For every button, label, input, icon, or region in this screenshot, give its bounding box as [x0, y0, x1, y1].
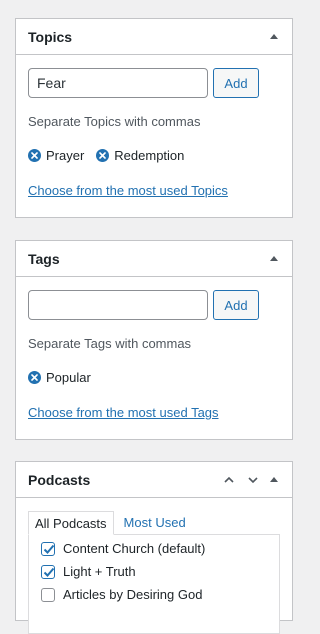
tags-panel-title: Tags: [28, 250, 60, 267]
list-item[interactable]: Content Church (default): [29, 537, 279, 560]
move-up-icon[interactable]: [222, 473, 236, 487]
list-item-label: Light + Truth: [63, 564, 136, 579]
topics-panel-header[interactable]: Topics: [16, 19, 292, 55]
podcasts-checklist: Content Church (default) Light + Truth A…: [28, 534, 280, 634]
tag-item-label: Popular: [46, 369, 91, 385]
checkmark-icon: [43, 544, 55, 554]
collapse-arrow-icon[interactable]: [270, 477, 278, 482]
collapse-arrow-icon[interactable]: [270, 256, 278, 261]
topics-howto: Separate Topics with commas: [28, 114, 201, 129]
topic-tag-label: Redemption: [114, 147, 185, 163]
tab-most-used[interactable]: Most Used: [114, 511, 192, 535]
podcasts-tabs: All Podcasts Most Used: [28, 511, 292, 535]
topics-panel-title: Topics: [28, 28, 73, 45]
list-item[interactable]: Articles by Desiring God: [29, 583, 279, 606]
tags-add-button[interactable]: Add: [213, 290, 259, 320]
remove-tag-icon[interactable]: [96, 148, 110, 162]
topics-most-used-link[interactable]: Choose from the most used Topics: [28, 183, 280, 198]
tab-all-podcasts[interactable]: All Podcasts: [28, 511, 114, 535]
list-item[interactable]: Light + Truth: [29, 560, 279, 583]
tag-item: Popular: [28, 370, 91, 385]
checkbox[interactable]: [41, 564, 55, 579]
topic-tag: Redemption: [96, 148, 184, 163]
checkbox[interactable]: [41, 587, 55, 602]
remove-tag-icon[interactable]: [28, 370, 41, 384]
topics-panel: Topics Add Separate Topics with commas P…: [15, 18, 293, 218]
checkbox[interactable]: [41, 541, 55, 556]
podcasts-panel: Podcasts All Podcasts Most Used Content …: [15, 461, 293, 634]
tags-howto: Separate Tags with commas: [28, 336, 192, 351]
tags-panel-header[interactable]: Tags: [16, 241, 292, 277]
topics-tag-list: Prayer Redemption: [28, 146, 280, 164]
tags-most-used-link[interactable]: Choose from the most used Tags: [28, 405, 280, 420]
tags-input[interactable]: [28, 290, 208, 320]
checkmark-icon: [43, 567, 55, 577]
podcasts-panel-title: Podcasts: [28, 471, 91, 488]
podcasts-panel-header[interactable]: Podcasts: [16, 462, 292, 498]
list-item-label: Content Church (default): [63, 541, 206, 556]
remove-tag-icon[interactable]: [28, 148, 41, 162]
move-down-icon[interactable]: [246, 473, 260, 487]
topics-add-button[interactable]: Add: [213, 68, 259, 98]
tags-tag-list: Popular: [28, 368, 280, 386]
topics-input[interactable]: [28, 68, 208, 98]
tags-panel: Tags Add Separate Tags with commas Popul…: [15, 240, 293, 440]
topic-tag-label: Prayer: [46, 147, 85, 163]
collapse-arrow-icon[interactable]: [270, 34, 278, 39]
topic-tag: Prayer: [28, 148, 84, 163]
